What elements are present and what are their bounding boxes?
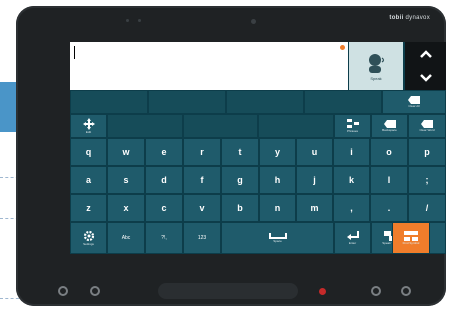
power-led-icon — [319, 288, 326, 295]
phrases-icon — [346, 119, 359, 128]
clear-word-button[interactable]: Clear Word — [408, 114, 446, 138]
numbers-button[interactable]: 123 — [183, 222, 221, 254]
clear-icon — [408, 96, 420, 104]
enter-icon — [346, 231, 359, 240]
key-8[interactable]: i — [333, 138, 370, 166]
key-1[interactable]: z — [70, 194, 107, 222]
key-5[interactable]: t — [221, 138, 259, 166]
speaking-head-icon — [369, 53, 385, 73]
hardware-button[interactable] — [401, 286, 411, 296]
key-10[interactable]: p — [408, 138, 446, 166]
brand-logo: tobii dynavox — [389, 15, 430, 21]
enter-button[interactable]: Enter — [334, 222, 371, 254]
key-8[interactable]: k — [333, 166, 370, 194]
clear-all-button[interactable]: Clear All — [382, 90, 446, 114]
space-button[interactable]: Space — [221, 222, 334, 254]
find-symbol-button[interactable]: Find Symbol — [392, 222, 430, 254]
sensor-icon — [138, 19, 141, 22]
abc-button[interactable]: Abc — [107, 222, 145, 254]
clear-word-icon — [421, 120, 433, 128]
scroll-down-button[interactable] — [405, 66, 446, 90]
prediction-slot[interactable] — [304, 90, 382, 114]
key-7[interactable]: m — [296, 194, 333, 222]
key-7[interactable]: u — [296, 138, 333, 166]
key-6[interactable]: n — [259, 194, 296, 222]
speaker-grille — [158, 283, 298, 299]
scroll-up-button[interactable] — [405, 42, 446, 66]
hardware-button[interactable] — [371, 286, 381, 296]
key-9[interactable]: o — [370, 138, 408, 166]
key-4[interactable]: r — [183, 138, 221, 166]
key-10[interactable]: / — [408, 194, 446, 222]
key-1[interactable]: q — [70, 138, 107, 166]
key-6[interactable]: h — [259, 166, 296, 194]
sensor-icon — [126, 19, 129, 22]
key-4[interactable]: f — [183, 166, 221, 194]
key-9[interactable]: l — [370, 166, 408, 194]
key-2[interactable]: x — [107, 194, 145, 222]
camera-icon — [251, 19, 256, 24]
key-2[interactable]: s — [107, 166, 145, 194]
phrases-button[interactable]: Phrases — [334, 114, 371, 138]
text-caret — [74, 46, 75, 59]
tablet-device: tobii dynavox Speak Clear All Edit Phras… — [16, 6, 446, 306]
backspace-icon — [383, 120, 396, 128]
key-1[interactable]: a — [70, 166, 107, 194]
chevron-up-icon — [419, 50, 432, 58]
key-3[interactable]: c — [145, 194, 183, 222]
punctuation-button[interactable]: ?!, — [145, 222, 183, 254]
gear-icon — [83, 230, 94, 242]
screen: Speak Clear All Edit Phrases Backspace C… — [70, 42, 446, 254]
key-2[interactable]: w — [107, 138, 145, 166]
chevron-down-icon — [419, 74, 432, 82]
symbol-icon — [404, 231, 418, 241]
scroll-controls — [405, 42, 446, 90]
move-arrows-icon — [82, 118, 95, 130]
speak-button[interactable]: Speak — [349, 42, 403, 90]
settings-button[interactable]: Settings — [70, 222, 107, 254]
key-4[interactable]: v — [183, 194, 221, 222]
status-dot — [340, 45, 345, 50]
prediction-slot[interactable] — [226, 90, 304, 114]
key-5[interactable]: g — [221, 166, 259, 194]
empty-key[interactable] — [107, 114, 183, 138]
prediction-slot[interactable] — [70, 90, 148, 114]
key-5[interactable]: b — [221, 194, 259, 222]
key-10[interactable]: ; — [408, 166, 446, 194]
key-9[interactable]: . — [370, 194, 408, 222]
empty-key[interactable] — [183, 114, 258, 138]
empty-key[interactable] — [258, 114, 334, 138]
key-3[interactable]: e — [145, 138, 183, 166]
prediction-slot[interactable] — [148, 90, 226, 114]
hardware-button[interactable] — [90, 286, 100, 296]
move-button[interactable]: Edit — [70, 114, 107, 138]
speak-label: Speak — [370, 75, 382, 81]
key-6[interactable]: y — [259, 138, 296, 166]
key-3[interactable]: d — [145, 166, 183, 194]
backspace-button[interactable]: Backspace — [371, 114, 408, 138]
key-8[interactable]: , — [333, 194, 370, 222]
message-window[interactable] — [70, 42, 348, 90]
key-7[interactable]: j — [296, 166, 333, 194]
hardware-button[interactable] — [58, 286, 68, 296]
